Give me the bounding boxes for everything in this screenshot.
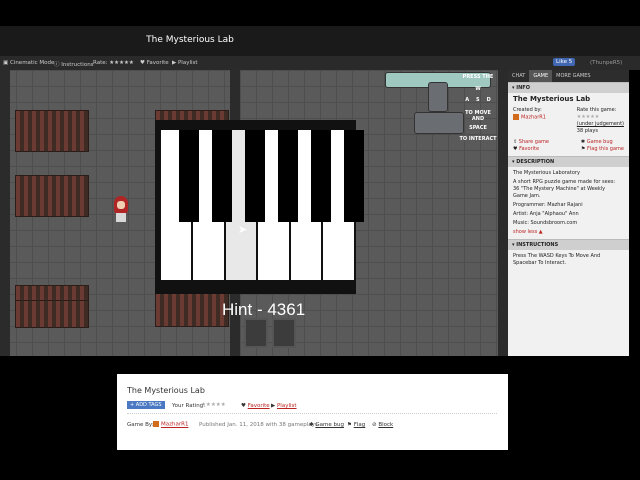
player-character xyxy=(112,196,130,222)
controls-hint: PRESS THE W A S D TO MOVE AND SPACE TO I… xyxy=(459,74,497,142)
crate xyxy=(244,318,268,348)
heart-icon: ♥ xyxy=(140,60,147,66)
tab-game[interactable]: GAME xyxy=(529,70,553,82)
avatar xyxy=(153,421,159,427)
like-button[interactable]: Like 5 xyxy=(553,58,576,66)
instructions-header[interactable]: ▾ INSTRUCTIONS xyxy=(508,239,629,250)
playlist-button[interactable]: ▶ Playlist xyxy=(172,60,198,66)
favorite-button[interactable]: ♥ Favorite xyxy=(241,403,270,409)
bookshelf xyxy=(15,175,89,217)
share-game-link[interactable]: Share game xyxy=(519,139,549,145)
flag-icon: ⚑ xyxy=(347,422,354,428)
piano-keyboard xyxy=(161,130,364,280)
piano-black-key[interactable] xyxy=(344,130,364,222)
lab-pipe xyxy=(428,82,448,112)
instructions-section: Press The WASD Keys To Move And Spacebar… xyxy=(513,253,601,266)
film-icon: ▣ xyxy=(3,60,10,66)
info-header[interactable]: ▾ INFO xyxy=(508,82,629,93)
flag-link[interactable]: Flag this game xyxy=(587,146,624,152)
piano-black-key[interactable] xyxy=(278,130,298,222)
game-bug-link[interactable]: ✱ Game bug xyxy=(309,422,344,428)
game-sidebar: CHAT GAME MORE GAMES ▾ INFO The Mysterio… xyxy=(508,70,629,356)
game-details: The Mysterious Lab + ADD TAGS Your Ratin… xyxy=(117,374,508,450)
cinematic-mode-button[interactable]: ▣ Cinematic Mode xyxy=(3,60,54,66)
add-tags-button[interactable]: + ADD TAGS xyxy=(127,401,165,409)
sidebar-tabs: CHAT GAME MORE GAMES xyxy=(508,70,629,82)
flag-link[interactable]: ⚑ Flag xyxy=(347,422,365,428)
published-info: Published Jan. 11, 2018 with 38 gameplay… xyxy=(199,422,318,428)
block-link[interactable]: ⊘ Block xyxy=(372,422,393,428)
your-rating-stars[interactable]: ★★★★★ xyxy=(201,402,226,408)
avatar xyxy=(513,114,519,120)
details-title: The Mysterious Lab xyxy=(127,386,205,395)
bookshelf xyxy=(15,110,89,152)
hint-text: Hint - 4361 xyxy=(222,300,306,319)
game-toolbar: ▣ Cinematic Mode ⓘ Instructions Rate: ★★… xyxy=(0,56,640,70)
piano-black-key[interactable] xyxy=(212,130,232,222)
divider xyxy=(127,413,497,414)
bookshelf xyxy=(15,300,89,328)
info-section: The Mysterious Lab Created by: MazharR1 … xyxy=(513,95,624,152)
favorite-button[interactable]: ♥ Favorite xyxy=(140,60,169,66)
tab-chat[interactable]: CHAT xyxy=(508,70,529,82)
username: (ThunpeR5) xyxy=(590,60,623,66)
playlist-button[interactable]: ▶ Playlist xyxy=(271,403,297,409)
tab-more-games[interactable]: MORE GAMES xyxy=(552,70,594,82)
piano-black-key[interactable] xyxy=(311,130,331,222)
piano-black-key[interactable] xyxy=(245,130,265,222)
instructions-button[interactable]: ⓘ Instructions xyxy=(54,60,94,68)
wall-left xyxy=(0,70,10,356)
description-section: The Mysterious Laboratory A short RPG pu… xyxy=(508,167,629,239)
description-header[interactable]: ▾ DESCRIPTION xyxy=(508,156,629,167)
creator-link[interactable]: MazharR1 xyxy=(521,115,546,121)
piano-puzzle xyxy=(155,120,364,294)
info-title: The Mysterious Lab xyxy=(513,95,591,103)
game-title: The Mysterious Lab xyxy=(146,35,234,45)
crate xyxy=(272,318,296,348)
rating-stars[interactable]: ★★★★★ xyxy=(577,114,624,121)
favorite-link[interactable]: Favorite xyxy=(519,146,539,152)
mouse-cursor-icon: ➤ xyxy=(238,223,248,236)
game-bug-link[interactable]: Game bug xyxy=(587,139,613,145)
bottom-bar xyxy=(0,452,640,480)
rate-stars[interactable]: Rate: ★★★★★ xyxy=(93,60,134,66)
creator-link[interactable]: MazharR1 xyxy=(153,421,188,428)
piano-black-key[interactable] xyxy=(179,130,199,222)
heart-icon: ♥ xyxy=(241,403,248,409)
show-less-link[interactable]: show less ▲ xyxy=(513,229,624,236)
